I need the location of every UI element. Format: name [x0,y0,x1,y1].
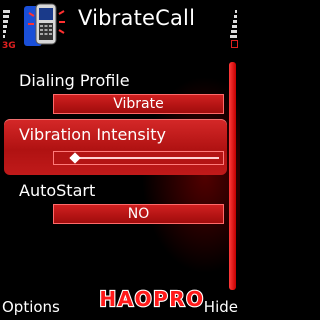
dialing-profile-label: Dialing Profile [19,71,130,90]
options-softkey[interactable]: Options [2,298,60,316]
app-screen: 3G VibrateCall Dialing Profile Vibrate V… [0,0,240,320]
battery-icon [231,40,238,48]
hide-softkey[interactable]: Hide [204,298,238,316]
watermark-text: HAOPRO [99,287,204,311]
slider-thumb[interactable] [69,152,82,164]
title-bar: 3G VibrateCall [0,0,240,51]
scrollbar[interactable] [229,62,236,290]
network-indicator: 3G [2,41,16,51]
app-title: VibrateCall [78,6,196,30]
vibration-intensity-slider[interactable] [53,151,224,165]
haopro-watermark-logo: HAOPRO [98,286,204,312]
dialing-profile-value[interactable]: Vibrate [53,94,224,114]
battery-level-icon [230,4,237,38]
vibration-intensity-label: Vibration Intensity [19,125,166,144]
phone-vibrate-icon [24,3,65,46]
autostart-value[interactable]: NO [53,204,224,224]
autostart-label: AutoStart [19,181,96,200]
slider-track-line [70,157,219,159]
scrollbar-thumb[interactable] [229,62,236,290]
signal-strength-icon [3,4,10,38]
